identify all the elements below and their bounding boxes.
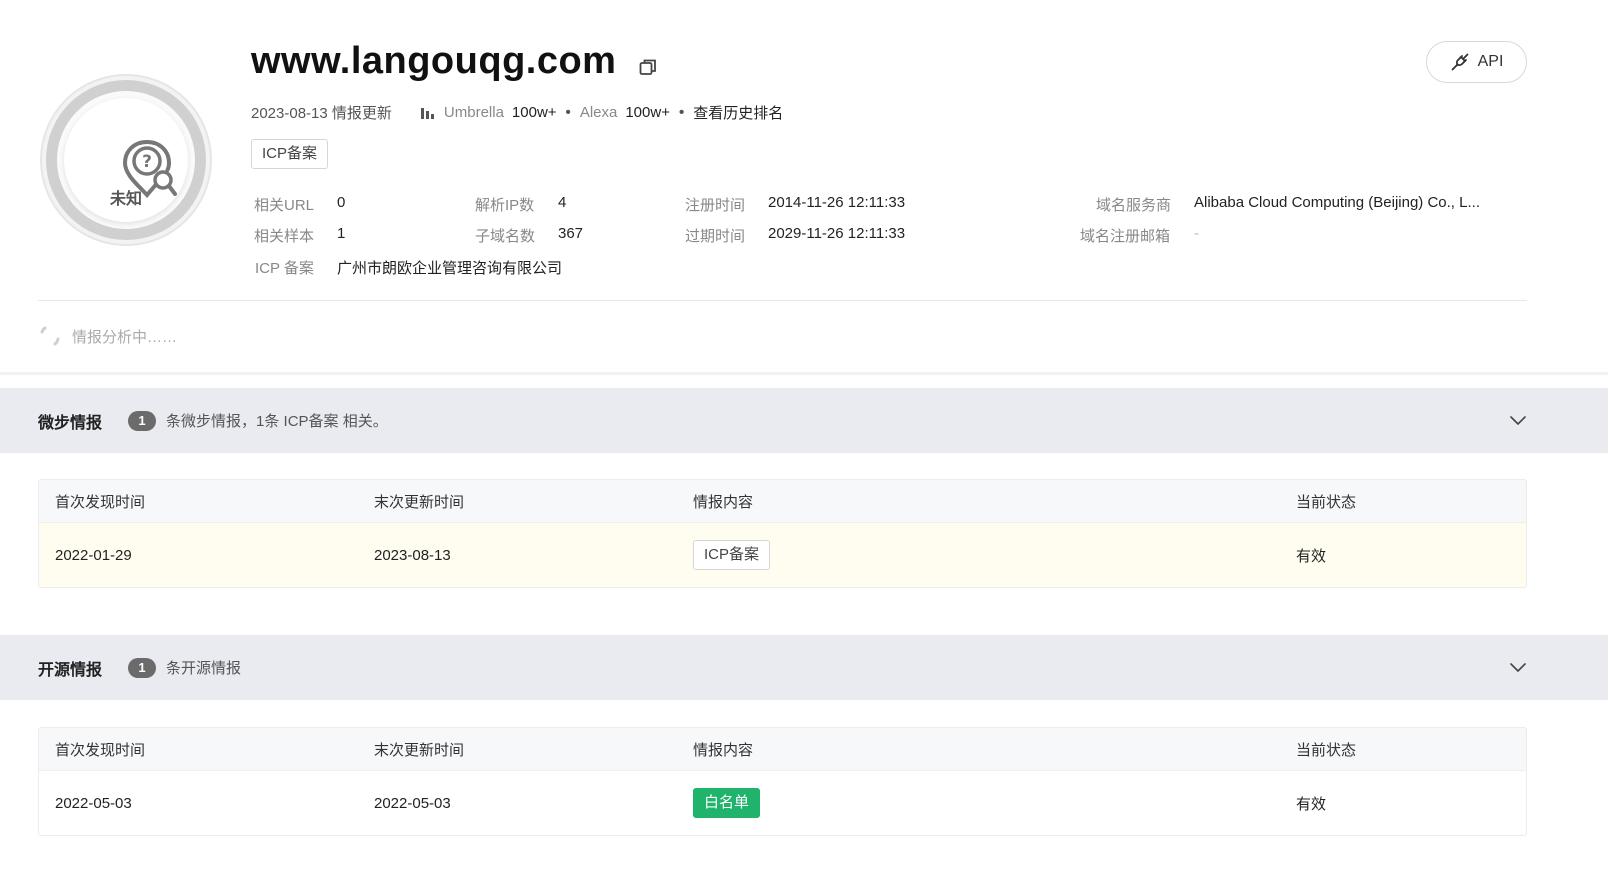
section-separator <box>0 372 1608 375</box>
link-plug-icon <box>1451 53 1468 71</box>
header-first-seen: 首次发现时间 <box>55 741 146 759</box>
analyzing-status: 情报分析中…… <box>38 325 177 347</box>
first-seen-cell: 2022-01-29 <box>55 546 132 564</box>
alexa-label: Alexa <box>579 104 618 121</box>
header-last-update: 末次更新时间 <box>374 493 465 511</box>
reg-email-label: 域名注册邮箱 <box>1080 228 1171 245</box>
count-badge: 1 <box>128 657 157 678</box>
bar-chart-icon <box>420 107 434 119</box>
threatbook-intel-section-header[interactable]: 微步情报 1 条微步情报，1条 ICP备案 相关。 <box>0 388 1608 453</box>
resolved-ip-value[interactable]: 4 <box>558 194 566 211</box>
icp-value[interactable]: 广州市朗欧企业管理咨询有限公司 <box>337 257 562 278</box>
header-status: 当前状态 <box>1296 741 1357 759</box>
icp-content-tag[interactable]: ICP备案 <box>693 540 771 570</box>
risk-badge-inner: ? 未知 <box>64 98 188 222</box>
meta-line: 2023-08-13 情报更新 Umbrella 100w+ • Alexa 1… <box>251 102 783 123</box>
status-cell: 有效 <box>1296 547 1327 565</box>
header-content: 情报内容 <box>693 493 754 511</box>
domain-header: ? 未知 www.langouqg.com API 2023-08-13 情报更… <box>0 0 1608 380</box>
registrar-label: 域名服务商 <box>1096 197 1172 214</box>
table-row: 2022-01-29 2023-08-13 ICP备案 有效 <box>39 523 1526 587</box>
section-title: 微步情报 <box>38 414 103 432</box>
risk-badge-label: 未知 <box>109 191 142 208</box>
domain-title: www.langouqg.com <box>251 40 617 82</box>
alexa-rank: 100w+ <box>625 104 670 121</box>
content-cell: 白名单 <box>693 771 761 835</box>
umbrella-rank: 100w+ <box>511 104 557 121</box>
chevron-down-icon[interactable] <box>1508 657 1528 677</box>
open-source-intel-section-header[interactable]: 开源情报 1 条开源情报 <box>0 635 1608 700</box>
header-last-update: 末次更新时间 <box>374 741 465 759</box>
header-status: 当前状态 <box>1296 493 1357 511</box>
umbrella-label: Umbrella <box>443 104 504 121</box>
api-button-label: API <box>1477 53 1504 70</box>
separator-dot: • <box>565 104 571 121</box>
exp-time-value: 2029-11-26 12:11:33 <box>768 225 906 242</box>
update-time: 2023-08-13 情报更新 <box>251 105 392 122</box>
related-sample-label: 相关样本 <box>254 228 315 245</box>
reg-time-value: 2014-11-26 12:11:33 <box>768 194 906 211</box>
subdomain-value[interactable]: 367 <box>558 225 583 242</box>
first-seen-cell: 2022-05-03 <box>55 794 132 812</box>
table-header: 首次发现时间 末次更新时间 情报内容 当前状态 <box>39 480 1526 523</box>
api-button[interactable]: API <box>1426 41 1527 83</box>
history-rank-link[interactable]: 查看历史排名 <box>693 102 783 123</box>
open-source-intel-table: 首次发现时间 末次更新时间 情报内容 当前状态 2022-05-03 2022-… <box>38 727 1527 836</box>
related-url-label: 相关URL <box>254 197 315 214</box>
table-header: 首次发现时间 末次更新时间 情报内容 当前状态 <box>39 728 1526 771</box>
section-title: 开源情报 <box>38 661 103 679</box>
section-description: 条微步情报，1条 ICP备案 相关。 <box>166 413 388 430</box>
separator-dot: • <box>678 104 685 121</box>
svg-text:?: ? <box>142 152 152 172</box>
status-cell: 有效 <box>1296 795 1327 813</box>
loading-spinner-icon <box>40 326 60 346</box>
copy-icon[interactable] <box>638 57 658 77</box>
analyzing-text: 情报分析中…… <box>72 328 178 346</box>
related-sample-value[interactable]: 1 <box>337 225 345 242</box>
icp-label: ICP 备案 <box>255 260 314 277</box>
resolved-ip-label: 解析IP数 <box>475 197 535 214</box>
header-first-seen: 首次发现时间 <box>55 493 146 511</box>
registrar-value: Alibaba Cloud Computing (Beijing) Co., L… <box>1194 194 1480 211</box>
reg-email-value: - <box>1194 225 1199 242</box>
header-content: 情报内容 <box>693 741 754 759</box>
icp-tag[interactable]: ICP备案 <box>251 139 329 169</box>
reg-time-label: 注册时间 <box>685 197 746 214</box>
threatbook-intel-table: 首次发现时间 末次更新时间 情报内容 当前状态 2022-01-29 2023-… <box>38 479 1527 588</box>
whitelist-tag[interactable]: 白名单 <box>693 788 761 818</box>
exp-time-label: 过期时间 <box>685 228 746 245</box>
chevron-down-icon[interactable] <box>1508 410 1528 430</box>
section-description: 条开源情报 <box>166 660 242 677</box>
count-badge: 1 <box>128 410 157 431</box>
subdomain-label: 子域名数 <box>475 228 536 245</box>
content-cell: ICP备案 <box>693 523 771 587</box>
table-row: 2022-05-03 2022-05-03 白名单 有效 <box>39 771 1526 835</box>
last-update-cell: 2023-08-13 <box>374 546 451 564</box>
divider <box>38 300 1527 301</box>
last-update-cell: 2022-05-03 <box>374 794 451 812</box>
related-url-value[interactable]: 0 <box>337 194 345 211</box>
risk-badge: ? 未知 <box>40 74 212 246</box>
